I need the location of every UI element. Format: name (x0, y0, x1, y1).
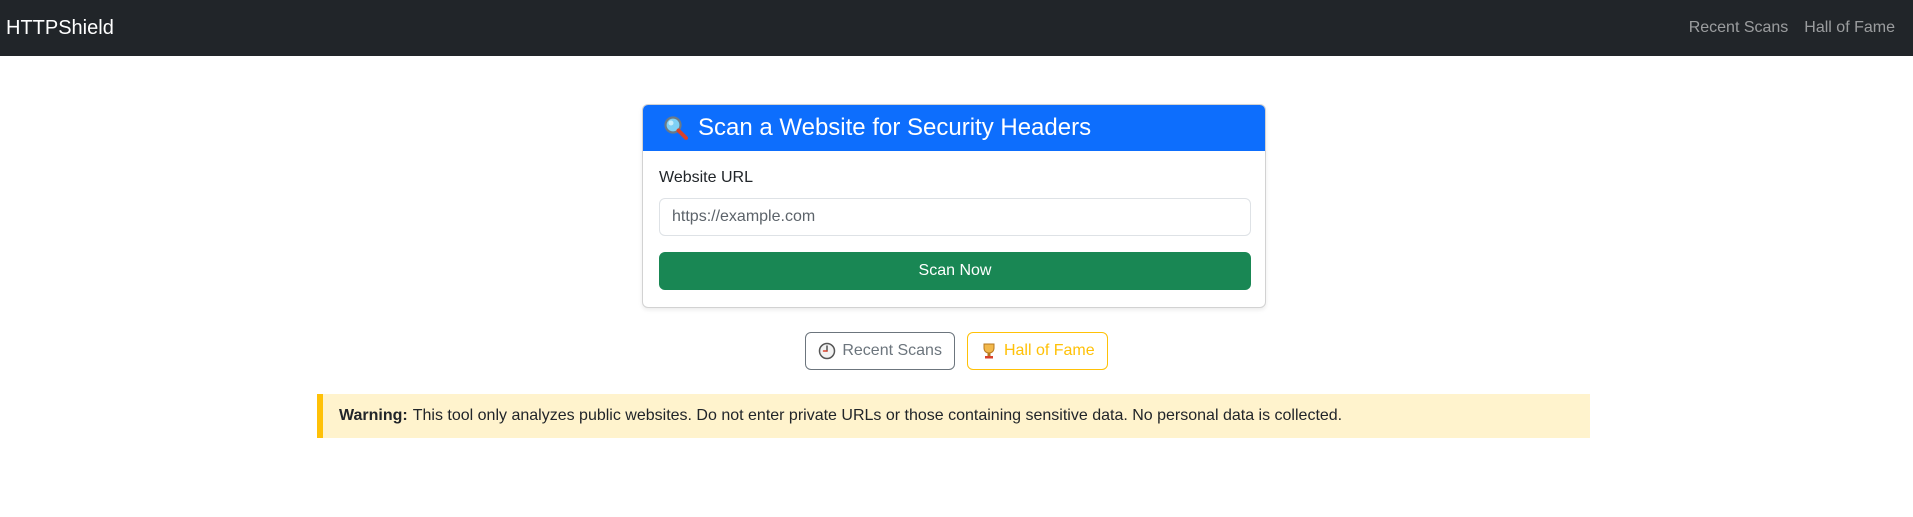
scan-now-button[interactable]: Scan Now (659, 252, 1251, 290)
top-navbar: HTTPShield Recent Scans Hall of Fame (0, 0, 1913, 56)
clock-icon (818, 342, 836, 360)
warning-title: Warning: (339, 407, 408, 424)
nav-link-recent-scans[interactable]: Recent Scans (1689, 19, 1789, 37)
url-label: Website URL (659, 169, 753, 186)
scan-card-body: Website URL Scan Now (643, 151, 1265, 306)
trophy-icon (980, 342, 998, 360)
scan-card: Scan a Website for Security Headers Webs… (642, 104, 1266, 308)
recent-scans-label: Recent Scans (842, 342, 942, 359)
nav-link-hall-of-fame[interactable]: Hall of Fame (1804, 19, 1895, 37)
scan-card-title: Scan a Website for Security Headers (698, 114, 1092, 141)
hall-of-fame-button[interactable]: Hall of Fame (966, 332, 1108, 370)
magnifying-glass-icon (663, 115, 689, 141)
warning-alert: Warning: This tool only analyzes public … (317, 394, 1590, 438)
warning-text: This tool only analyzes public websites.… (412, 407, 1343, 424)
action-buttons: Recent Scans Hall of Fame (0, 332, 1913, 370)
scan-card-header: Scan a Website for Security Headers (643, 105, 1265, 151)
url-input[interactable] (659, 198, 1251, 236)
brand-link[interactable]: HTTPShield (6, 17, 114, 40)
recent-scans-button[interactable]: Recent Scans (805, 332, 955, 370)
hall-of-fame-label: Hall of Fame (1003, 342, 1095, 359)
nav-links: Recent Scans Hall of Fame (1689, 19, 1895, 37)
